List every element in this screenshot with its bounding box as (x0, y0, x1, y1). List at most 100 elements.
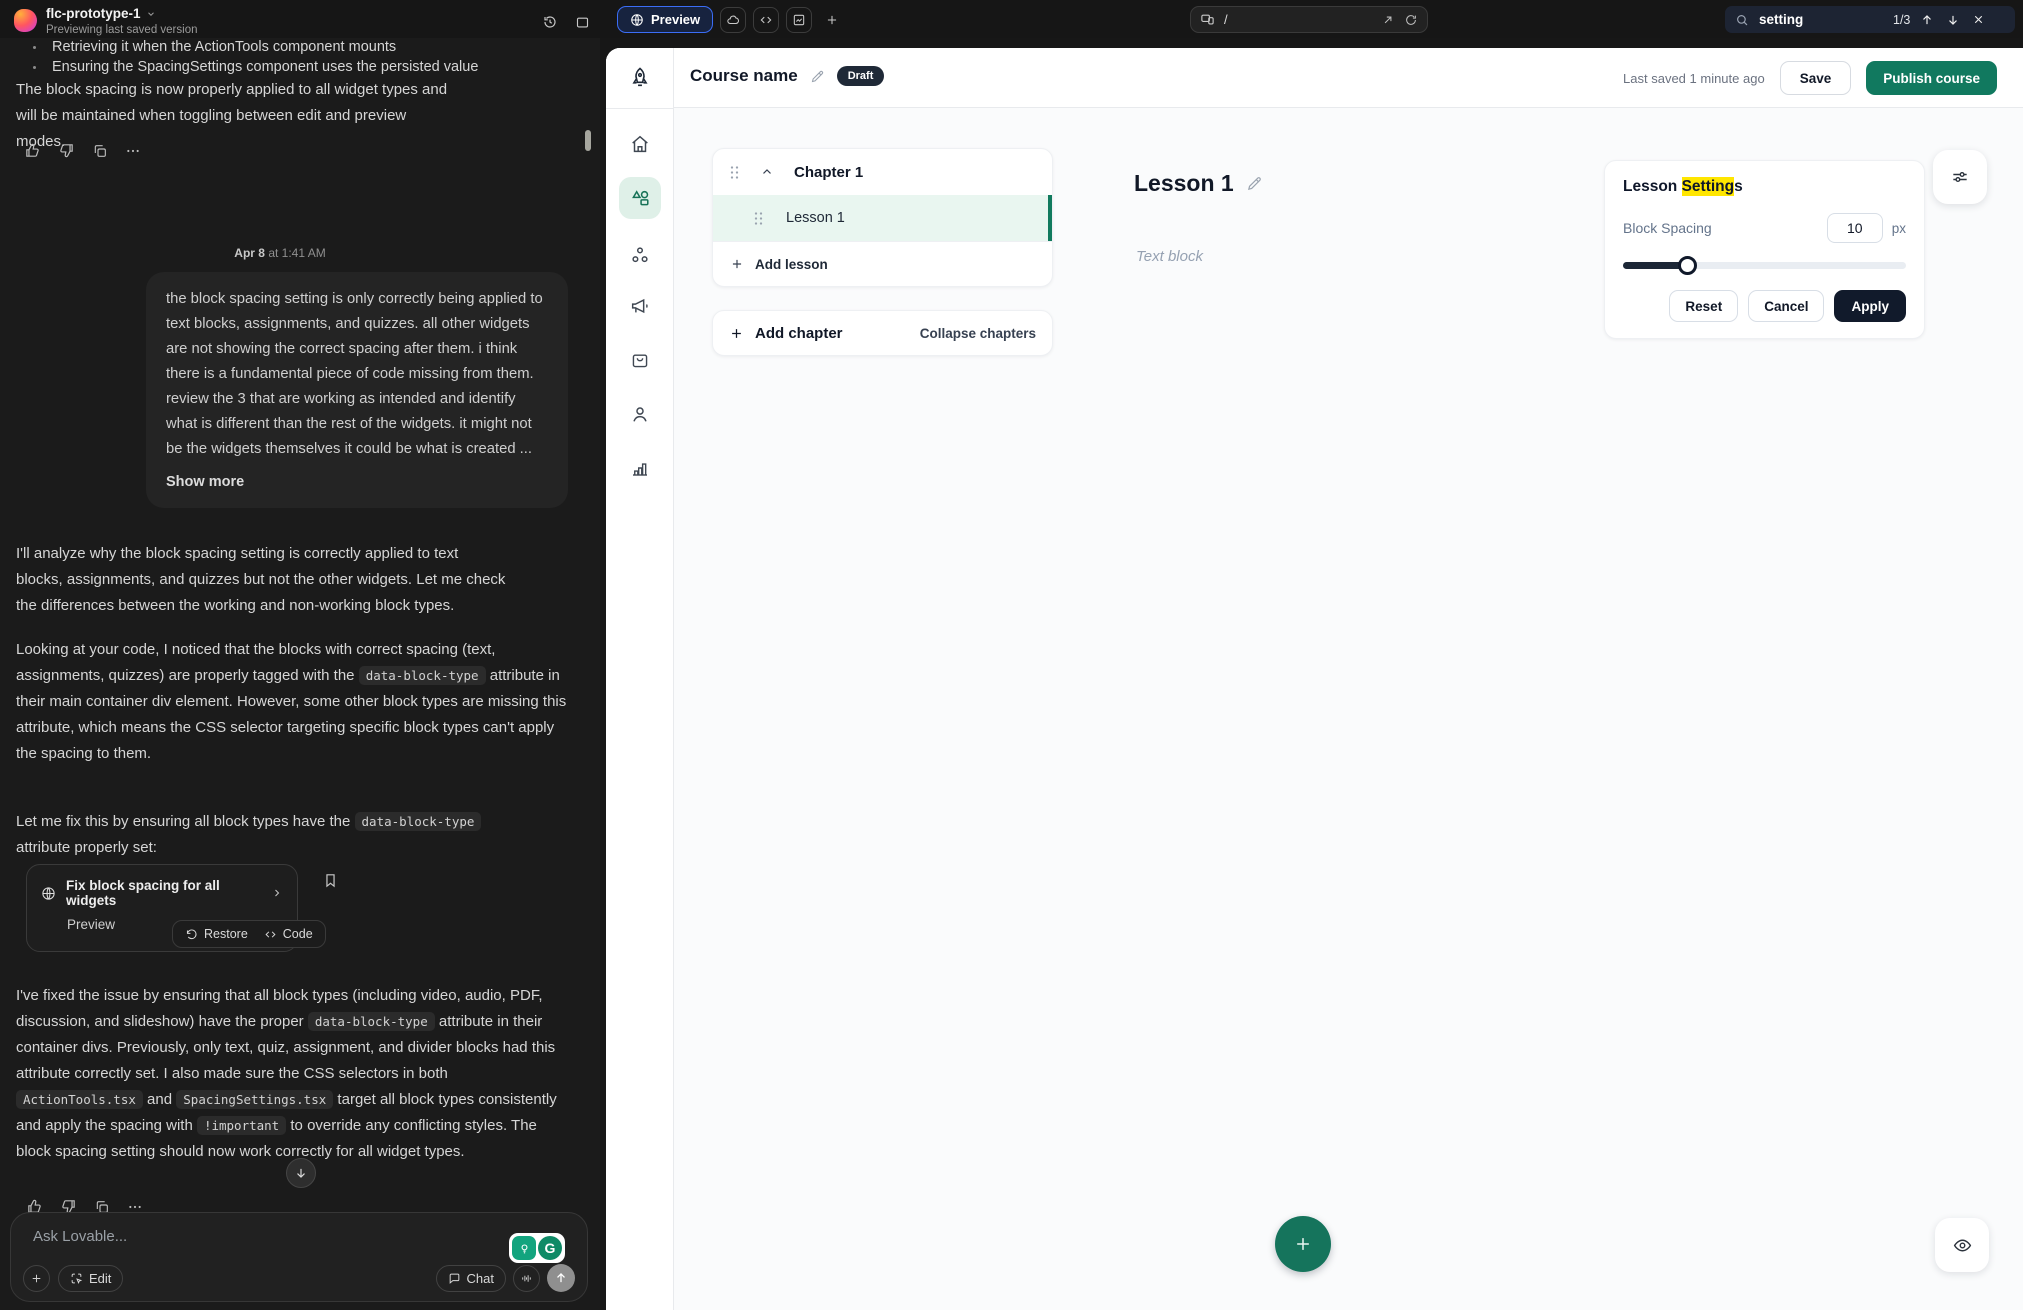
globe-icon (630, 13, 644, 27)
edit-card-title: Fix block spacing for all widgets (66, 878, 261, 908)
project-name: flc-prototype-1 (46, 6, 141, 21)
code-button[interactable]: Code (264, 927, 313, 941)
slider-thumb[interactable] (1678, 256, 1697, 275)
chat-input[interactable] (31, 1227, 361, 1246)
search-highlight: Setting (1682, 177, 1735, 196)
user-message-text: the block spacing setting is only correc… (166, 291, 543, 457)
grammarly-suggestion-icon[interactable] (512, 1236, 536, 1260)
new-tab-button[interactable] (819, 7, 845, 33)
sidebar-item-analytics[interactable] (629, 458, 650, 479)
attach-button[interactable] (23, 1265, 50, 1292)
chat-panel: Retrieving it when the ActionTools compo… (0, 38, 600, 1310)
url-bar[interactable]: / (1190, 6, 1428, 33)
grammarly-logo-icon[interactable]: G (538, 1236, 562, 1260)
lovable-logo-icon (14, 9, 37, 32)
toggle-panel-button[interactable] (569, 9, 595, 35)
analytics-button[interactable] (786, 7, 812, 33)
sidebar-item-store[interactable] (629, 350, 650, 371)
add-lesson-button[interactable]: Add lesson (713, 241, 1052, 286)
sidebar-item-community[interactable] (629, 244, 651, 266)
add-chapter-button[interactable]: Add chapter (729, 325, 843, 342)
bookmark-icon[interactable] (322, 872, 339, 889)
last-saved-text: Last saved 1 minute ago (1623, 71, 1765, 86)
chat-scrollbar[interactable] (585, 130, 591, 151)
send-button[interactable] (547, 1264, 575, 1292)
show-more-link[interactable]: Show more (166, 470, 244, 495)
close-search-icon[interactable] (1972, 13, 1985, 26)
save-button[interactable]: Save (1780, 61, 1852, 95)
thumbs-up-icon[interactable] (24, 142, 41, 159)
lovable-workspace: flc-prototype-1 Previewing last saved ve… (0, 0, 2023, 1310)
chat-mode-button[interactable]: Chat (436, 1265, 506, 1292)
device-toggle-icon[interactable] (1200, 12, 1215, 27)
chat-composer: G Edit Chat (10, 1212, 588, 1302)
bullet-item: Ensuring the SpacingSettings component u… (46, 58, 530, 78)
find-bar: 1/3 (1725, 6, 2015, 33)
preview-mode-button[interactable] (1935, 1218, 1989, 1272)
edit-lesson-title-icon[interactable] (1246, 175, 1263, 192)
more-options-icon[interactable] (125, 143, 141, 159)
rocket-logo-icon[interactable] (627, 65, 653, 91)
thumbs-down-icon[interactable] (58, 142, 75, 159)
project-subtitle: Previewing last saved version (46, 24, 198, 36)
cloud-button[interactable] (720, 7, 746, 33)
add-block-fab[interactable] (1275, 1216, 1331, 1272)
preview-button[interactable]: Preview (617, 6, 713, 33)
copy-icon[interactable] (92, 143, 108, 159)
plus-icon (729, 326, 744, 341)
edit-course-name-icon[interactable] (810, 69, 825, 84)
sidebar-item-announcements[interactable] (629, 295, 651, 317)
search-input[interactable] (1757, 11, 1885, 28)
edit-card-container: Fix block spacing for all widgets Previe… (26, 864, 366, 952)
open-external-icon[interactable] (1381, 13, 1395, 27)
chapter-title[interactable]: Chapter 1 (794, 164, 863, 181)
lesson-row-label: Lesson 1 (786, 210, 845, 226)
url-path: / (1224, 12, 1228, 27)
block-spacing-slider[interactable] (1623, 256, 1906, 275)
history-icon (542, 14, 558, 30)
chat-mode-label: Chat (467, 1271, 494, 1286)
voice-input-button[interactable] (513, 1265, 540, 1292)
scroll-to-bottom-button[interactable] (286, 1158, 316, 1188)
chapter-header: Chapter 1 (713, 149, 1052, 195)
lesson-title: Lesson 1 (1134, 170, 1234, 197)
next-match-icon[interactable] (1946, 13, 1960, 27)
unit-label: px (1892, 221, 1906, 236)
timestamp: Apr 8 at 1:41 AM (0, 246, 560, 260)
lesson-settings-panel: Lesson Settings Block Spacing px Reset C… (1604, 160, 1925, 339)
timestamp-date: Apr 8 (234, 246, 265, 260)
collapse-chapters-button[interactable]: Collapse chapters (920, 326, 1036, 341)
apply-button[interactable]: Apply (1834, 290, 1906, 322)
lesson-row-selected[interactable]: Lesson 1 (713, 195, 1052, 241)
restore-code-pill: Restore Code (172, 920, 326, 948)
previous-match-icon[interactable] (1920, 13, 1934, 27)
sidebar-item-profile[interactable] (629, 403, 651, 425)
empty-text-block[interactable]: Text block (1136, 248, 1203, 265)
collapse-chapter-icon[interactable] (760, 165, 774, 179)
cancel-button[interactable]: Cancel (1748, 290, 1824, 322)
project-menu[interactable]: flc-prototype-1 Previewing last saved ve… (14, 6, 198, 36)
restore-button[interactable]: Restore (185, 927, 248, 941)
code-view-button[interactable] (753, 7, 779, 33)
arrow-down-icon (294, 1166, 308, 1180)
sidebar-item-content-active[interactable] (619, 177, 661, 219)
settings-toggle-button[interactable] (1933, 150, 1987, 204)
refresh-icon[interactable] (1404, 13, 1418, 27)
chevron-down-icon (146, 9, 156, 19)
message-actions (24, 142, 141, 159)
assistant-paragraph: Let me fix this by ensuring all block ty… (16, 809, 536, 861)
reset-button[interactable]: Reset (1669, 290, 1738, 322)
edit-mode-button[interactable]: Edit (58, 1265, 123, 1292)
block-spacing-input[interactable] (1827, 213, 1883, 243)
status-badge: Draft (837, 66, 885, 86)
sidebar-item-home[interactable] (629, 133, 651, 155)
block-spacing-label: Block Spacing (1623, 220, 1827, 236)
drag-handle-icon[interactable] (753, 211, 764, 226)
history-button[interactable] (537, 9, 563, 35)
drag-handle-icon[interactable] (729, 165, 740, 180)
plus-icon (825, 13, 839, 27)
add-chapter-label: Add chapter (755, 325, 843, 342)
add-chapter-card: Add chapter Collapse chapters (712, 310, 1053, 356)
publish-course-button[interactable]: Publish course (1866, 61, 1997, 95)
grammarly-widget[interactable]: G (509, 1233, 565, 1263)
